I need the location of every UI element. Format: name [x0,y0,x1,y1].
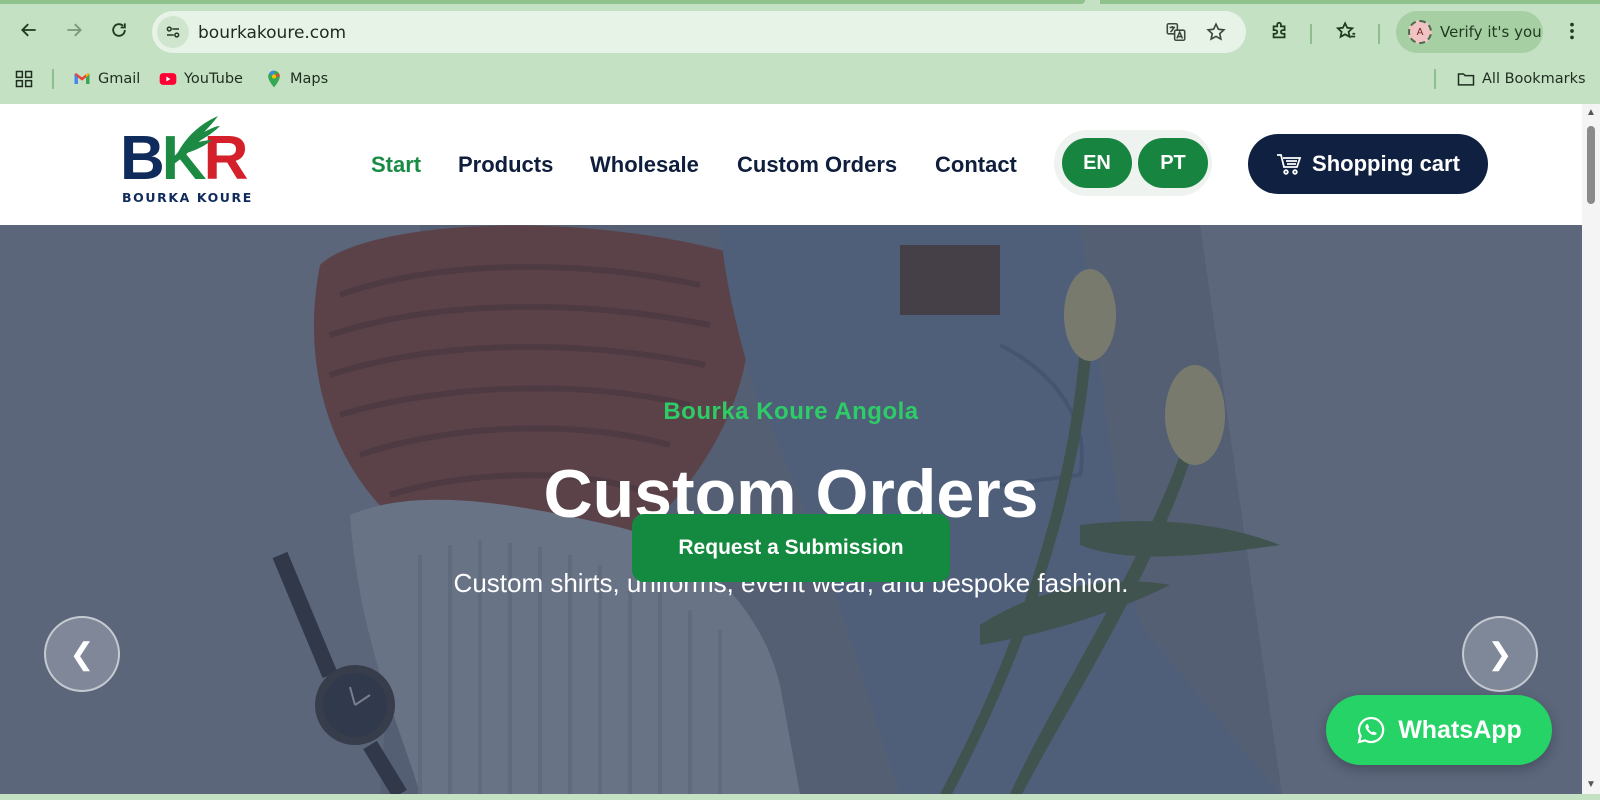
shopping-cart-button[interactable]: Shopping cart [1248,134,1488,194]
nav-start[interactable]: Start [371,152,421,178]
scroll-down-arrow-icon[interactable]: ▼ [1586,780,1596,790]
apps-grid-icon [15,70,33,88]
page-viewport: BKR BOURKA KOURE Start Products Wholesal… [0,104,1600,794]
all-bookmarks-button[interactable]: All Bookmarks [1456,67,1586,91]
window-bottom-edge [0,794,1600,800]
translate-button[interactable] [1164,20,1188,44]
logo-subtitle: BOURKA KOURE [122,190,253,205]
request-submission-button[interactable]: Request a Submission [632,514,950,582]
nav-wholesale[interactable]: Wholesale [590,152,699,178]
site-logo[interactable]: BKR BOURKA KOURE [96,110,268,220]
logo-wing-icon [176,116,220,156]
toolbar-divider [1378,24,1380,44]
reading-list-button[interactable] [1332,17,1360,45]
address-bar[interactable]: bourkakoure.com [152,11,1246,53]
whatsapp-button[interactable]: WhatsApp [1326,695,1552,765]
browser-toolbar: bourkakoure.com A Verify it's you [0,8,1600,58]
youtube-icon [159,73,177,85]
logo-letter-b: B [120,124,165,193]
bookmark-gmail[interactable]: Gmail [72,67,140,91]
extensions-button[interactable] [1266,17,1294,45]
bookmarks-divider [1434,69,1436,89]
tab-strip-right [1100,0,1600,4]
page-scrollbar[interactable]: ▲ ▼ [1582,104,1600,794]
back-button[interactable] [12,13,46,47]
cart-icon [1277,154,1302,175]
tune-icon [166,26,180,38]
bookmark-label: YouTube [184,71,243,87]
url-text: bourkakoure.com [198,23,347,43]
nav-products[interactable]: Products [458,152,553,178]
lang-pt-button[interactable]: PT [1138,138,1208,188]
carousel-prev-button[interactable]: ❮ [44,616,120,692]
folder-icon [1457,73,1475,86]
translate-icon [1166,22,1186,42]
bookmark-youtube[interactable]: YouTube [158,67,243,91]
toolbar-divider [1310,24,1312,44]
kebab-menu-icon [1570,22,1574,40]
nav-custom-orders[interactable]: Custom Orders [737,152,897,178]
chevron-left-icon: ❮ [69,637,95,671]
cart-label: Shopping cart [1312,151,1460,176]
whatsapp-icon [1357,716,1385,744]
all-bookmarks-label: All Bookmarks [1482,71,1586,87]
bookmark-maps[interactable]: Maps [264,67,328,91]
lang-en-button[interactable]: EN [1062,138,1132,188]
whatsapp-label: WhatsApp [1398,715,1522,744]
arrow-right-icon [67,23,82,37]
bookmark-label: Gmail [98,71,141,87]
carousel-next-button[interactable]: ❯ [1462,616,1538,692]
browser-menu-button[interactable] [1558,17,1586,45]
puzzle-icon [1272,21,1286,39]
language-switcher: EN PT [1054,130,1212,196]
site-info-button[interactable] [157,16,189,48]
verify-label: Verify it's you [1440,23,1542,41]
bookmark-label: Maps [290,71,329,87]
forward-button[interactable] [57,13,91,47]
scroll-up-arrow-icon[interactable]: ▲ [1586,108,1596,118]
avatar: A [1408,20,1432,44]
bookmarks-divider [52,69,54,89]
apps-button[interactable] [14,67,34,91]
star-icon [1206,22,1226,41]
maps-icon [268,70,280,88]
nav-contact[interactable]: Contact [935,152,1017,178]
arrow-left-icon [21,23,36,37]
chevron-right-icon: ❯ [1487,637,1513,671]
scroll-thumb[interactable] [1587,126,1595,204]
verify-identity-button[interactable]: A Verify it's you [1396,11,1543,53]
bookmarks-bar: Gmail YouTube Maps All Bookmarks [0,64,1600,94]
bookmark-star-button[interactable] [1204,20,1228,44]
hero-kicker: Bourka Koure Angola [663,398,919,425]
tab-strip [0,0,1085,4]
star-list-icon [1335,21,1356,39]
reload-button[interactable] [102,13,136,47]
reload-icon [112,23,126,37]
site-header: BKR BOURKA KOURE Start Products Wholesal… [0,104,1582,225]
gmail-icon [74,73,90,84]
browser-chrome: bourkakoure.com A Verify it's you Gmail … [0,0,1600,104]
